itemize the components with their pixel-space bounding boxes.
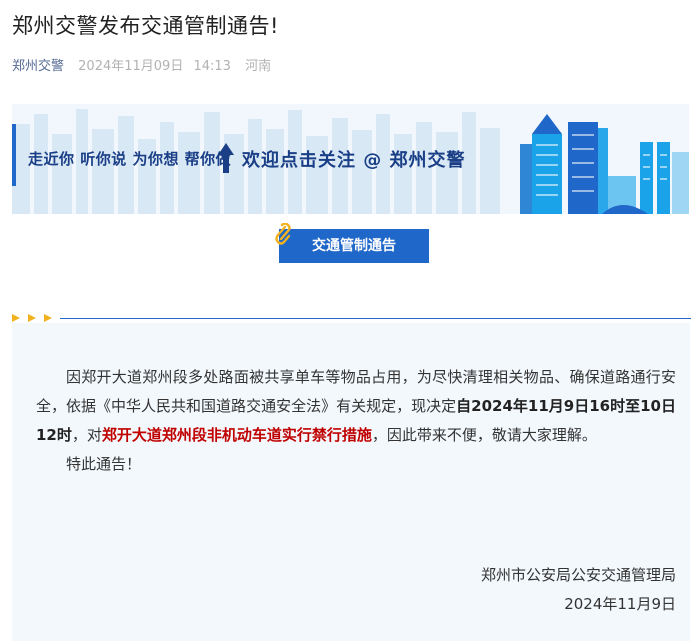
divider-line <box>60 318 691 319</box>
notice-text: ，对 <box>71 426 102 444</box>
signature-organization: 郑州市公安局公安交通管理局 <box>480 566 676 584</box>
publish-time: 14:13 <box>193 59 231 74</box>
publish-date: 2024年11月09日 <box>78 59 184 74</box>
triangle-marker-icon <box>12 314 20 322</box>
banner-slogan: 走近你 听你说 为你想 帮你做 <box>28 150 232 168</box>
notice-closing: 特此通告！ <box>66 455 142 473</box>
up-arrow-icon <box>218 143 234 173</box>
follow-banner[interactable]: 走近你 听你说 为你想 帮你做 欢迎点击关注 @ 郑州交警 <box>12 104 689 214</box>
paperclip-icon <box>275 223 291 245</box>
section-heading: 交通管制通告 <box>275 223 429 263</box>
triangle-marker-icon <box>28 314 36 322</box>
banner-welcome: 欢迎点击关注 @ 郑州交警 <box>242 150 466 171</box>
notice-box: 因郑开大道郑州段多处路面被共享单车等物品占用，为尽快清理相关物品、确保道路通行安… <box>12 323 690 641</box>
notice-restriction: 郑开大道郑州段非机动车道实行禁行措施 <box>101 426 372 444</box>
section-title: 交通管制通告 <box>279 229 429 263</box>
publish-location: 河南 <box>245 59 272 74</box>
triangle-marker-icon <box>44 314 52 322</box>
article-title: 郑州交警发布交通管制通告! <box>12 14 279 38</box>
notice-paragraph: 因郑开大道郑州段多处路面被共享单车等物品占用，为尽快清理相关物品、确保道路通行安… <box>36 363 676 450</box>
account-name-link[interactable]: 郑州交警 <box>12 59 64 74</box>
article-meta: 郑州交警 2024年11月09日 14:13 河南 <box>12 55 271 74</box>
notice-body: 因郑开大道郑州段多处路面被共享单车等物品占用，为尽快清理相关物品、确保道路通行安… <box>36 363 676 479</box>
notice-text: ，因此带来不便，敬请大家理解。 <box>371 426 597 444</box>
signature-date: 2024年11月9日 <box>564 595 676 613</box>
